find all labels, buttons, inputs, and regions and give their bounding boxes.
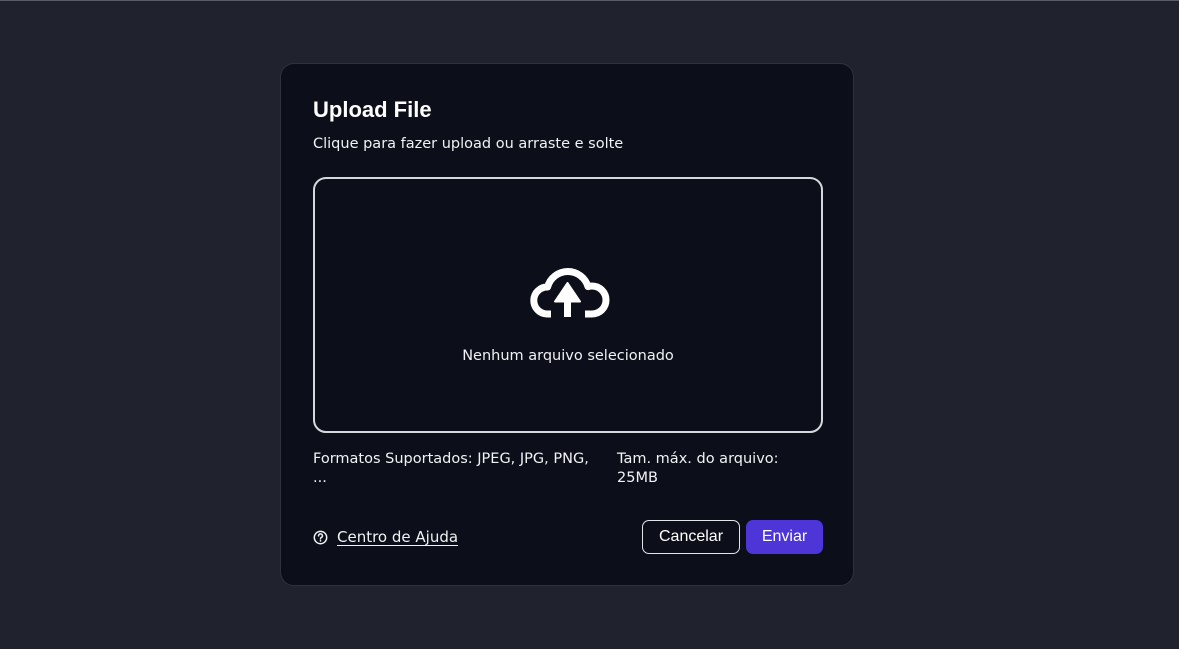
no-file-selected-text: Nenhum arquivo selecionado — [462, 348, 674, 364]
upload-dialog: Upload File Clique para fazer upload ou … — [280, 63, 854, 586]
question-circle-icon — [313, 530, 328, 544]
file-dropzone[interactable]: Nenhum arquivo selecionado — [313, 177, 823, 433]
submit-button[interactable]: Enviar — [746, 520, 823, 554]
supported-formats-text: Formatos Suportados: JPEG, JPG, PNG, ... — [313, 451, 589, 486]
window-top-edge — [0, 0, 1179, 1]
dialog-title: Upload File — [313, 97, 432, 122]
cancel-button[interactable]: Cancelar — [642, 520, 740, 554]
help-center-link[interactable]: Centro de Ajuda — [313, 526, 458, 548]
max-file-size-text: Tam. máx. do arquivo: 25MB — [617, 451, 779, 486]
cloud-upload-icon — [530, 268, 610, 321]
help-center-label: Centro de Ajuda — [337, 528, 459, 546]
dialog-subtitle: Clique para fazer upload ou arraste e so… — [313, 136, 624, 152]
